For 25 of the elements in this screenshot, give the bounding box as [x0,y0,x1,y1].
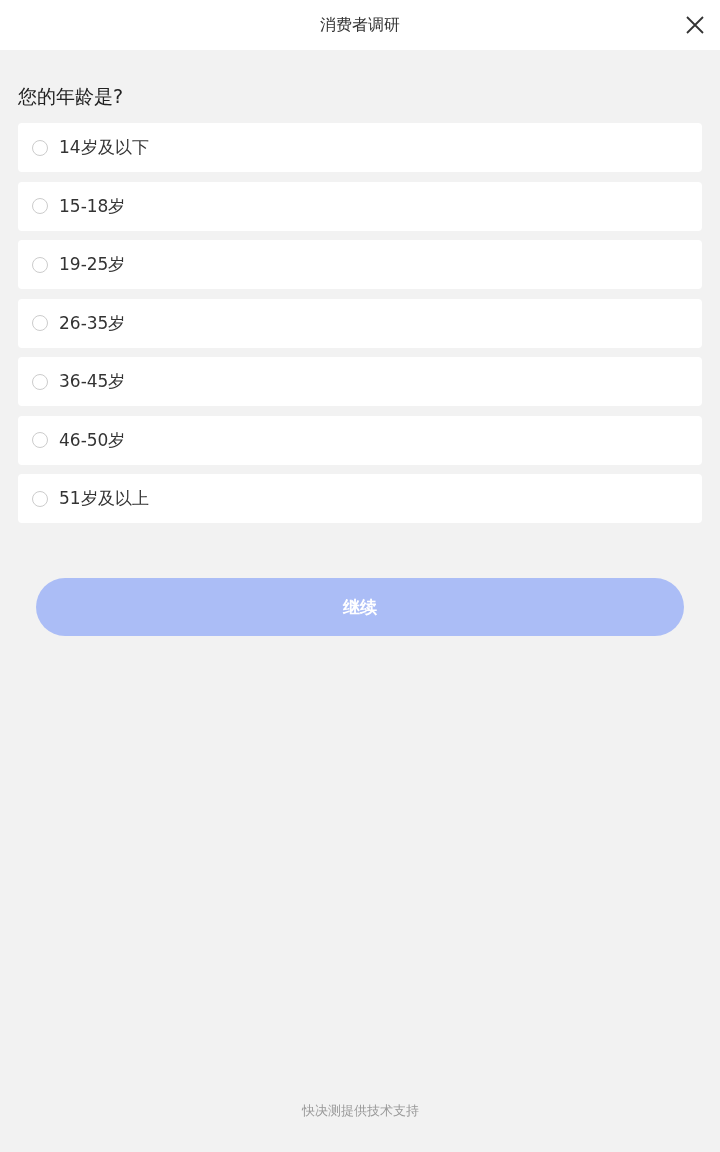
answer-option[interactable]: 19-25岁 [18,240,702,289]
option-label: 14岁及以下 [59,136,149,159]
option-label: 46-50岁 [59,428,126,452]
radio-button[interactable] [32,432,48,448]
radio-button[interactable] [32,198,48,214]
footer-text: 快决测提供技术支持 [300,1102,420,1120]
question-text: 您的年龄是? [18,84,125,109]
close-icon[interactable] [684,14,706,36]
answer-option[interactable]: 46-50岁 [18,415,702,465]
window-title: 消费者调研 [320,14,400,36]
radio-button[interactable] [32,139,48,156]
answer-option[interactable]: 51岁及以上 [18,474,702,523]
radio-button[interactable] [32,490,48,507]
radio-button[interactable] [32,315,48,331]
radio-button[interactable] [32,256,48,273]
option-label: 19-25岁 [59,253,126,276]
answer-option[interactable]: 36-45岁 [18,357,702,406]
option-label: 36-45岁 [59,370,126,393]
option-label: 51岁及以上 [59,487,149,510]
answer-option[interactable]: 14岁及以下 [18,123,702,172]
option-label: 26-35岁 [59,311,126,335]
option-label: 15-18岁 [59,194,126,218]
answer-option[interactable]: 15-18岁 [18,181,702,231]
answer-option[interactable]: 26-35岁 [18,298,702,348]
radio-button[interactable] [32,373,48,390]
